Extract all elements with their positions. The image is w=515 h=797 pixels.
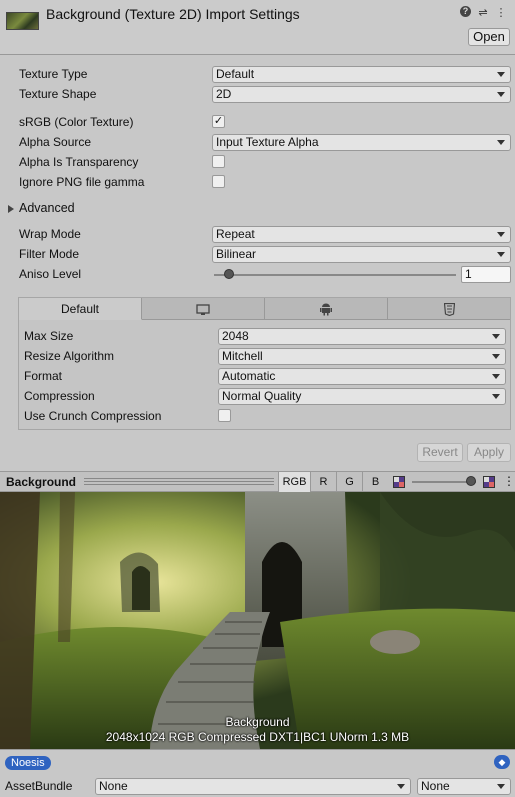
texture-preview-image: Background 2048x1024 RGB Compressed DXT1… <box>0 492 515 749</box>
asset-footer: Noesis ◆ AssetBundle None None <box>0 749 515 797</box>
format-dropdown[interactable]: Automatic <box>218 368 506 385</box>
chevron-down-icon <box>492 334 500 339</box>
apply-button[interactable]: Apply <box>467 443 511 462</box>
label-badge[interactable]: Noesis <box>5 756 51 770</box>
wrap-mode-dropdown[interactable]: Repeat <box>212 226 511 243</box>
alpha-is-transparency-label: Alpha Is Transparency <box>19 155 139 169</box>
texture-shape-value: 2D <box>216 87 232 101</box>
preview-caption-info: 2048x1024 RGB Compressed DXT1|BC1 UNorm … <box>105 730 410 744</box>
channel-b-button[interactable]: B <box>362 472 388 492</box>
tab-default[interactable]: Default <box>19 298 142 320</box>
assetbundle-name-dropdown[interactable]: None <box>95 778 411 795</box>
help-icon[interactable]: ? <box>460 6 471 17</box>
format-label: Format <box>24 369 63 383</box>
chevron-down-icon <box>492 354 500 359</box>
compression-value: Normal Quality <box>222 389 302 403</box>
compression-label: Compression <box>24 389 95 403</box>
more-icon[interactable]: ⋮ <box>503 474 515 488</box>
filter-mode-label: Filter Mode <box>19 247 80 261</box>
tab-standalone[interactable] <box>142 298 265 320</box>
chevron-down-icon <box>492 394 500 399</box>
srgb-label: sRGB (Color Texture) <box>19 115 134 129</box>
format-value: Automatic <box>222 369 276 383</box>
expand-triangle-icon[interactable] <box>8 205 14 213</box>
channel-r-button[interactable]: R <box>310 472 336 492</box>
resize-algorithm-dropdown[interactable]: Mitchell <box>218 348 506 365</box>
advanced-foldout[interactable]: Advanced <box>19 201 75 215</box>
inspector-title: Background (Texture 2D) Import Settings <box>46 6 300 22</box>
android-icon <box>320 303 332 316</box>
monitor-icon <box>196 304 210 315</box>
preview-toolbar: Background RGB R G B ⋮ <box>0 471 515 492</box>
channel-rgb-button[interactable]: RGB <box>278 472 310 492</box>
alpha-source-label: Alpha Source <box>19 135 92 149</box>
alpha-source-dropdown[interactable]: Input Texture Alpha <box>212 134 511 151</box>
chevron-down-icon <box>497 232 505 237</box>
wrap-mode-label: Wrap Mode <box>19 227 81 241</box>
resize-algorithm-label: Resize Algorithm <box>24 349 115 363</box>
resize-algorithm-value: Mitchell <box>222 349 263 363</box>
forest-ruins-illustration <box>0 492 515 749</box>
assetbundle-variant-dropdown[interactable]: None <box>417 778 511 795</box>
aniso-level-label: Aniso Level <box>19 267 82 281</box>
open-button[interactable]: Open <box>468 28 510 46</box>
chevron-down-icon <box>397 784 405 789</box>
crunch-checkbox[interactable] <box>218 409 231 422</box>
tab-webgl[interactable] <box>388 298 510 320</box>
channel-g-button[interactable]: G <box>336 472 362 492</box>
chevron-down-icon <box>497 252 505 257</box>
texture-shape-label: Texture Shape <box>19 87 97 101</box>
preview-caption-name: Background <box>225 715 290 729</box>
texture-shape-dropdown[interactable]: 2D <box>212 86 511 103</box>
chevron-down-icon <box>492 374 500 379</box>
assetbundle-variant-value: None <box>421 779 450 793</box>
mip-slider-handle[interactable] <box>465 476 476 486</box>
aniso-slider-track[interactable] <box>214 274 456 276</box>
texture-thumbnail <box>6 12 39 30</box>
texture-type-dropdown[interactable]: Default <box>212 66 511 83</box>
assetbundle-name-value: None <box>99 779 128 793</box>
platform-settings-panel: Default Max Size 2048 Resize Algorithm M… <box>18 297 511 430</box>
mip-large-icon <box>483 476 495 488</box>
texture-type-value: Default <box>216 67 255 81</box>
crunch-label: Use Crunch Compression <box>24 409 162 423</box>
chevron-down-icon <box>497 72 505 77</box>
sliders-icon[interactable]: ⇌ <box>477 6 489 19</box>
aniso-level-field[interactable]: 1 <box>461 266 511 283</box>
preview-title: Background <box>6 475 77 489</box>
alpha-source-value: Input Texture Alpha <box>216 135 319 149</box>
ignore-png-gamma-checkbox[interactable] <box>212 175 225 188</box>
chevron-down-icon <box>497 140 505 145</box>
chevron-down-icon <box>497 784 505 789</box>
inspector-header: Background (Texture 2D) Import Settings … <box>0 0 515 55</box>
filter-mode-dropdown[interactable]: Bilinear <box>212 246 511 263</box>
alpha-is-transparency-checkbox[interactable] <box>212 155 225 168</box>
filter-mode-value: Bilinear <box>216 247 257 261</box>
compression-dropdown[interactable]: Normal Quality <box>218 388 506 405</box>
more-icon[interactable]: ⋮ <box>495 6 507 19</box>
max-size-value: 2048 <box>222 329 249 343</box>
max-size-label: Max Size <box>24 329 74 343</box>
resize-grip[interactable] <box>84 478 274 485</box>
aniso-slider-handle[interactable] <box>223 269 234 279</box>
max-size-dropdown[interactable]: 2048 <box>218 328 506 345</box>
tab-android[interactable] <box>265 298 388 320</box>
chevron-down-icon <box>497 92 505 97</box>
revert-button[interactable]: Revert <box>417 443 463 462</box>
html5-icon <box>443 303 455 317</box>
platform-tabs: Default <box>19 298 510 320</box>
ignore-png-gamma-label: Ignore PNG file gamma <box>19 175 145 189</box>
texture-type-label: Texture Type <box>19 67 88 81</box>
srgb-checkbox[interactable]: ✓ <box>212 115 225 128</box>
wrap-mode-value: Repeat <box>216 227 255 241</box>
header-icons: ? ⇌ ⋮ <box>460 6 507 19</box>
mip-small-icon <box>393 476 405 488</box>
assetbundle-label: AssetBundle <box>5 779 73 793</box>
tag-icon[interactable]: ◆ <box>494 755 510 769</box>
